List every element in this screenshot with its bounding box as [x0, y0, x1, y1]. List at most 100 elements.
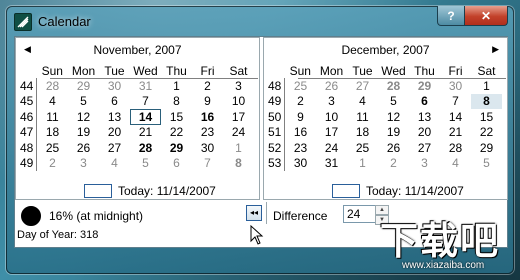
day-cell[interactable]: 13 [409, 109, 440, 125]
day-cell[interactable]: 21 [130, 125, 161, 141]
day-cell[interactable]: 24 [223, 125, 254, 141]
day-cell[interactable]: 20 [99, 125, 130, 141]
day-cell[interactable]: 26 [378, 140, 409, 156]
day-cell[interactable]: 17 [223, 109, 254, 125]
close-button[interactable]: ✕ [464, 6, 508, 26]
day-cell[interactable]: 16 [285, 125, 317, 141]
day-cell[interactable]: 19 [378, 125, 409, 141]
day-cell[interactable]: 29 [409, 78, 440, 94]
day-cell[interactable]: 26 [68, 140, 99, 156]
day-cell[interactable]: 7 [192, 156, 223, 172]
day-cell[interactable]: 20 [409, 125, 440, 141]
day-cell[interactable]: 3 [316, 94, 347, 110]
day-cell[interactable]: 8 [471, 93, 502, 109]
day-cell[interactable]: 26 [316, 78, 347, 94]
day-cell[interactable]: 2 [37, 156, 69, 172]
day-cell[interactable]: 2 [285, 94, 317, 110]
day-cell[interactable]: 5 [471, 156, 502, 172]
today-link[interactable]: Today: 11/14/2007 [366, 184, 464, 198]
day-cell[interactable]: 7 [130, 94, 161, 110]
day-cell[interactable]: 29 [471, 140, 502, 156]
day-cell[interactable]: 22 [471, 125, 502, 141]
day-cell[interactable]: 10 [316, 109, 347, 125]
day-cell[interactable]: 8 [161, 94, 192, 110]
day-cell[interactable]: 27 [99, 140, 130, 156]
day-cell[interactable]: 5 [68, 94, 99, 110]
day-cell[interactable]: 1 [161, 78, 192, 94]
day-cell[interactable]: 30 [99, 78, 130, 94]
day-cell[interactable]: 9 [192, 94, 223, 110]
day-cell[interactable]: 12 [68, 109, 99, 125]
day-cell-today[interactable]: 14 [130, 109, 161, 125]
day-cell[interactable]: 3 [409, 156, 440, 172]
day-cell[interactable]: 31 [130, 78, 161, 94]
day-cell[interactable]: 1 [223, 140, 254, 156]
day-cell[interactable]: 28 [37, 78, 69, 94]
day-cell[interactable]: 6 [409, 94, 440, 110]
day-cell[interactable]: 4 [37, 94, 69, 110]
watermark-logo: 下载吧 [380, 219, 501, 263]
day-cell[interactable]: 1 [471, 78, 502, 94]
day-cell[interactable]: 18 [37, 125, 69, 141]
day-cell[interactable]: 18 [347, 125, 378, 141]
day-cell[interactable]: 13 [99, 109, 130, 125]
day-cell[interactable]: 4 [347, 94, 378, 110]
weekday-header: Sat [229, 63, 248, 78]
day-cell[interactable]: 3 [68, 156, 99, 172]
day-cell[interactable]: 15 [161, 109, 192, 125]
day-cell[interactable]: 21 [440, 125, 471, 141]
caption-buttons: ? ✕ [437, 6, 508, 26]
day-cell[interactable]: 7 [440, 94, 471, 110]
day-cell[interactable]: 28 [440, 140, 471, 156]
day-cell[interactable]: 12 [378, 109, 409, 125]
watermark: 下载吧 www.xiazaiba.com [380, 210, 520, 280]
day-cell[interactable]: 30 [440, 78, 471, 94]
day-cell[interactable]: 9 [285, 109, 317, 125]
difference-input[interactable]: 24 [343, 205, 376, 223]
day-cell[interactable]: 17 [316, 125, 347, 141]
day-cell[interactable]: 16 [192, 109, 223, 125]
day-cell[interactable]: 23 [192, 125, 223, 141]
day-cell[interactable]: 25 [37, 140, 69, 156]
weekday-header: Thu [414, 63, 435, 78]
help-button[interactable]: ? [437, 6, 465, 26]
day-cell[interactable]: 5 [130, 156, 161, 172]
day-cell[interactable]: 23 [285, 140, 317, 156]
day-cell[interactable]: 29 [161, 140, 192, 156]
day-cell[interactable]: 25 [285, 78, 317, 94]
day-cell[interactable]: 15 [471, 109, 502, 125]
day-cell[interactable]: 8 [223, 156, 254, 172]
day-cell[interactable]: 11 [37, 109, 69, 125]
next-month-arrow-icon[interactable]: ▶ [492, 44, 499, 55]
day-cell[interactable]: 28 [130, 140, 161, 156]
day-cell[interactable]: 28 [378, 78, 409, 94]
day-cell[interactable]: 6 [161, 156, 192, 172]
day-cell[interactable]: 30 [285, 156, 317, 172]
day-cell[interactable]: 27 [347, 78, 378, 94]
day-cell[interactable]: 2 [378, 156, 409, 172]
day-cell[interactable]: 30 [192, 140, 223, 156]
day-cell[interactable]: 1 [347, 156, 378, 172]
day-cell[interactable]: 3 [223, 78, 254, 94]
day-cell[interactable]: 4 [440, 156, 471, 172]
day-cell[interactable]: 6 [99, 94, 130, 110]
day-cell[interactable]: 10 [223, 94, 254, 110]
day-cell[interactable]: 11 [347, 109, 378, 125]
day-cell[interactable]: 29 [68, 78, 99, 94]
day-cell[interactable]: 27 [409, 140, 440, 156]
day-cell[interactable]: 19 [68, 125, 99, 141]
day-cell[interactable]: 2 [192, 78, 223, 94]
title-bar[interactable]: Calendar ? ✕ [6, 6, 514, 36]
collapse-button[interactable]: ◂◂ [246, 205, 262, 221]
day-cell[interactable]: 31 [316, 156, 347, 172]
calendar-grid: Sun Mon Tue Wed Thu Fri Sat 44 28 29 30 31 1 2 3 45 4 5 6 7… [20, 63, 254, 171]
day-cell[interactable]: 22 [161, 125, 192, 141]
day-cell[interactable]: 25 [347, 140, 378, 156]
day-cell[interactable]: 24 [316, 140, 347, 156]
day-cell[interactable]: 5 [378, 94, 409, 110]
day-cell[interactable]: 14 [440, 109, 471, 125]
today-link[interactable]: Today: 11/14/2007 [118, 184, 216, 198]
day-cell[interactable]: 4 [99, 156, 130, 172]
week-number: 48 [268, 78, 285, 94]
weekday-header: Tue [352, 63, 373, 78]
